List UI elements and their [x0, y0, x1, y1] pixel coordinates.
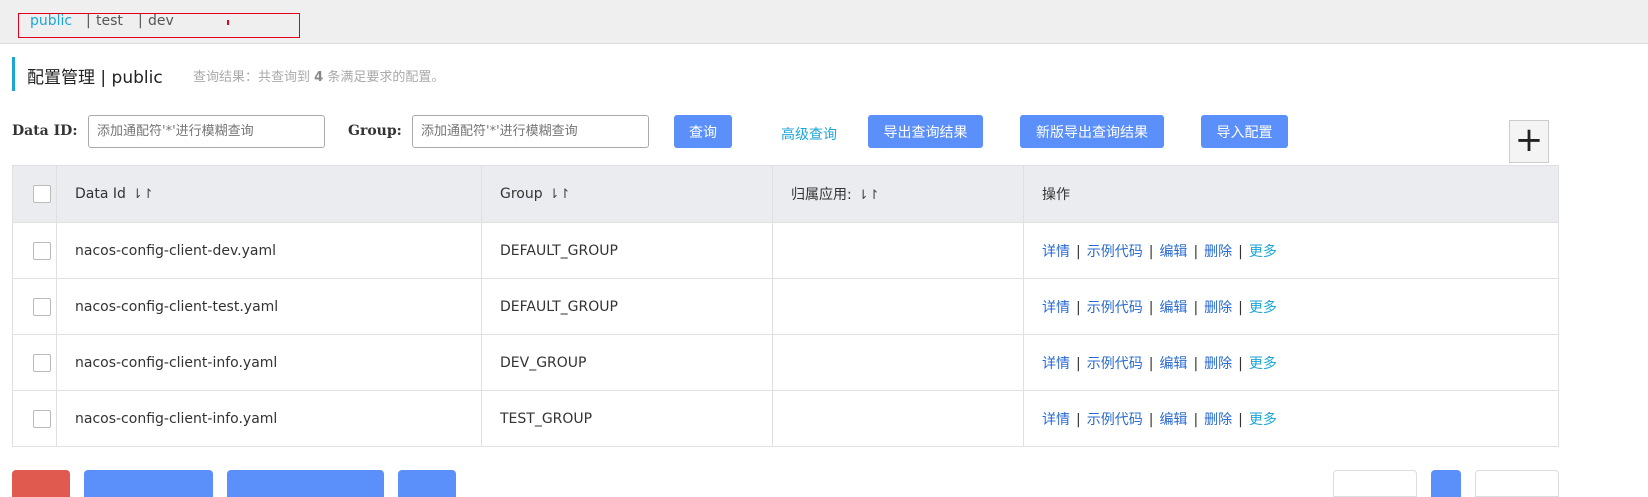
table-header-row: Data Id ⇂↾ Group ⇂↾ 归属应用: ⇂↾ 操作: [12, 165, 1559, 223]
more-link[interactable]: 更多: [1249, 412, 1277, 428]
add-config-button[interactable]: +: [1509, 120, 1549, 163]
title-accent-bar: [12, 57, 15, 91]
bottom-action-button[interactable]: [398, 470, 456, 497]
namespace-separator: |: [138, 13, 143, 29]
sample-code-link[interactable]: 示例代码: [1087, 412, 1143, 428]
detail-link[interactable]: 详情: [1042, 244, 1070, 260]
row-checkbox[interactable]: [33, 409, 51, 428]
pagination-page-button[interactable]: [1431, 470, 1461, 497]
cell-ops: 详情 | 示例代码 | 编辑 | 删除 | 更多: [1023, 334, 1559, 391]
edit-link[interactable]: 编辑: [1159, 412, 1187, 428]
advanced-search-link[interactable]: 高级查询: [781, 124, 837, 144]
delete-link[interactable]: 删除: [1204, 356, 1232, 372]
edit-link[interactable]: 编辑: [1159, 356, 1187, 372]
more-link[interactable]: 更多: [1249, 244, 1277, 260]
page-title: 配置管理 | public: [27, 68, 163, 88]
namespace-bar: public | test | dev: [0, 0, 1648, 44]
table-row: nacos-config-client-info.yaml TEST_GROUP…: [12, 390, 1559, 447]
detail-link[interactable]: 详情: [1042, 412, 1070, 428]
export-button[interactable]: 导出查询结果: [868, 115, 983, 148]
cursor-mark: [227, 20, 229, 25]
table-row: nacos-config-client-test.yaml DEFAULT_GR…: [12, 278, 1559, 335]
config-table: Data Id ⇂↾ Group ⇂↾ 归属应用: ⇂↾ 操作 nacos-confi…: [12, 165, 1559, 447]
cell-group: TEST_GROUP: [481, 390, 773, 447]
row-checkbox[interactable]: [33, 241, 51, 260]
pagination-prev-button[interactable]: [1333, 470, 1417, 497]
delete-link[interactable]: 删除: [1204, 300, 1232, 316]
sort-icon[interactable]: ⇂↾: [858, 188, 880, 203]
cell-app: [772, 334, 1024, 391]
more-link[interactable]: 更多: [1249, 356, 1277, 372]
cell-group: DEFAULT_GROUP: [481, 222, 773, 279]
cell-data-id: nacos-config-client-info.yaml: [56, 390, 482, 447]
cell-group: DEFAULT_GROUP: [481, 278, 773, 335]
cell-data-id: nacos-config-client-test.yaml: [56, 278, 482, 335]
query-result-text: 查询结果：共查询到 4 条满足要求的配置。: [193, 70, 445, 85]
group-label: Group:: [348, 123, 402, 139]
group-input[interactable]: [412, 115, 649, 148]
data-id-label: Data ID:: [12, 123, 78, 139]
select-all-checkbox[interactable]: [33, 185, 51, 203]
cell-app: [772, 222, 1024, 279]
sample-code-link[interactable]: 示例代码: [1087, 356, 1143, 372]
sort-icon[interactable]: ⇂↾: [132, 187, 154, 202]
more-link[interactable]: 更多: [1249, 300, 1277, 316]
header-ops: 操作: [1023, 165, 1559, 223]
cell-group: DEV_GROUP: [481, 334, 773, 391]
header-app: 归属应用: ⇂↾: [772, 165, 1024, 223]
sample-code-link[interactable]: 示例代码: [1087, 244, 1143, 260]
namespace-dev[interactable]: dev: [148, 13, 174, 29]
cell-data-id: nacos-config-client-dev.yaml: [56, 222, 482, 279]
row-checkbox[interactable]: [33, 297, 51, 316]
cell-ops: 详情 | 示例代码 | 编辑 | 删除 | 更多: [1023, 278, 1559, 335]
namespace-separator: |: [86, 13, 91, 29]
delete-link[interactable]: 删除: [1204, 412, 1232, 428]
detail-link[interactable]: 详情: [1042, 356, 1070, 372]
sort-icon[interactable]: ⇂↾: [549, 187, 571, 202]
row-checkbox[interactable]: [33, 353, 51, 372]
header-checkbox-cell: [12, 165, 57, 223]
import-button[interactable]: 导入配置: [1201, 115, 1288, 148]
delete-link[interactable]: 删除: [1204, 244, 1232, 260]
bottom-delete-button[interactable]: [12, 470, 70, 497]
edit-link[interactable]: 编辑: [1159, 300, 1187, 316]
result-count: 4: [314, 70, 324, 85]
namespace-test[interactable]: test: [96, 13, 123, 29]
cell-ops: 详情 | 示例代码 | 编辑 | 删除 | 更多: [1023, 390, 1559, 447]
bottom-action-button[interactable]: [84, 470, 213, 497]
pagination-next-button[interactable]: [1475, 470, 1559, 497]
table-row: nacos-config-client-dev.yaml DEFAULT_GRO…: [12, 222, 1559, 279]
detail-link[interactable]: 详情: [1042, 300, 1070, 316]
cell-data-id: nacos-config-client-info.yaml: [56, 334, 482, 391]
edit-link[interactable]: 编辑: [1159, 244, 1187, 260]
data-id-input[interactable]: [88, 115, 325, 148]
namespace-public[interactable]: public: [30, 13, 72, 29]
sample-code-link[interactable]: 示例代码: [1087, 300, 1143, 316]
search-button[interactable]: 查询: [674, 115, 732, 148]
cell-app: [772, 390, 1024, 447]
bottom-action-button[interactable]: [227, 470, 384, 497]
export-new-button[interactable]: 新版导出查询结果: [1020, 115, 1164, 148]
cell-app: [772, 278, 1024, 335]
cell-ops: 详情 | 示例代码 | 编辑 | 删除 | 更多: [1023, 222, 1559, 279]
header-data-id: Data Id ⇂↾: [56, 165, 482, 223]
table-row: nacos-config-client-info.yaml DEV_GROUP …: [12, 334, 1559, 391]
header-group: Group ⇂↾: [481, 165, 773, 223]
